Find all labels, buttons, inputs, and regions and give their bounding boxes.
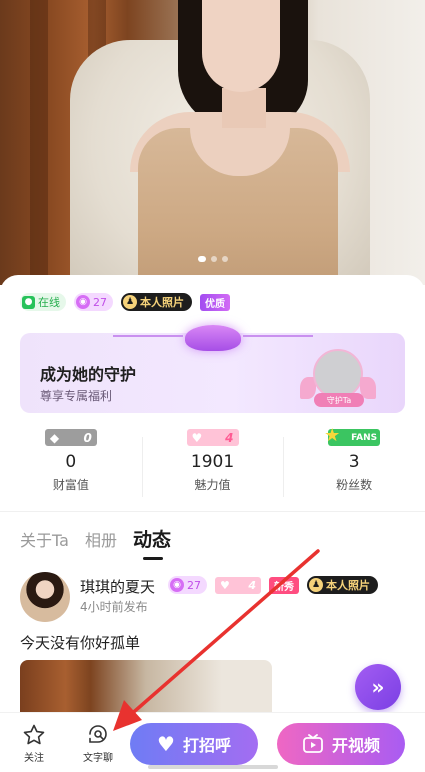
- stat-charm[interactable]: ♥ 4 1901 魅力值: [141, 429, 284, 515]
- tab-moments[interactable]: 动态: [133, 525, 171, 560]
- stat-wealth[interactable]: ◆ 0 0 财富值: [0, 429, 142, 515]
- charm-value: 1901: [190, 452, 235, 472]
- diamond-icon: ◆: [49, 430, 60, 445]
- guardian-subtitle: 尊享专属福利: [40, 389, 113, 403]
- guardian-crest-icon: [113, 325, 313, 351]
- chat-search-icon: [89, 725, 107, 743]
- charm-level-pill: ♥ 4: [186, 429, 239, 446]
- post-time: 4小时前发布: [80, 600, 148, 614]
- wealth-label: 财富值: [52, 478, 89, 492]
- heart-icon: ♥: [191, 430, 203, 445]
- charm-label: 魅力值: [194, 478, 231, 492]
- profile-card: ● 在线 ◉ 27 ♟ 本人照片 优质 成为她的守护 尊享专属福利 守护Ta ◆: [0, 275, 425, 772]
- tab-album[interactable]: 相册: [85, 527, 117, 551]
- heart-icon: ♥: [220, 578, 230, 592]
- quality-badge: 优质: [200, 293, 230, 311]
- text-chat-label: 文字聊: [83, 753, 113, 764]
- star-outline-icon: [23, 724, 45, 745]
- tv-play-icon: [303, 734, 323, 753]
- avatar-placeholder: [313, 349, 363, 399]
- stats-row: ◆ 0 0 财富值 ♥ 4 1901 魅力值 ★ FANS 3 粉丝数: [0, 425, 425, 515]
- status-badges: ● 在线 ◉ 27 ♟ 本人照片 优质: [20, 293, 230, 311]
- post-text: 今天没有你好孤单: [20, 634, 141, 652]
- tab-about[interactable]: 关于Ta: [20, 527, 69, 551]
- heart-icon: ♥: [157, 732, 175, 756]
- photo-curtain: [30, 0, 48, 285]
- profile-tabs: 关于Ta 相册 动态: [20, 525, 171, 560]
- wealth-value: 0: [65, 452, 77, 472]
- photo-face: [202, 0, 280, 92]
- section-divider: [0, 511, 425, 512]
- real-photo-badge: ♟ 本人照片: [121, 293, 192, 311]
- newcomer-badge: 新秀: [269, 576, 299, 594]
- text-chat-button[interactable]: 文字聊: [74, 723, 122, 764]
- guardian-title: 成为她的守护: [40, 365, 137, 384]
- guardian-avatar[interactable]: 守护Ta: [300, 349, 376, 411]
- fans-pill: ★ FANS: [324, 425, 381, 446]
- photo-neck: [222, 88, 266, 128]
- wealth-level-pill: ◆ 0: [44, 429, 97, 446]
- greet-button[interactable]: ♥ 打招呼: [130, 723, 258, 765]
- post-avatar[interactable]: [20, 572, 70, 622]
- profile-photo[interactable]: [0, 0, 425, 285]
- chat-bubble-icon: ◉: [170, 578, 184, 592]
- bottom-action-bar: 关注 文字聊 ♥ 打招呼 开视频: [0, 712, 425, 772]
- fans-label: 粉丝数: [336, 478, 373, 492]
- follow-button[interactable]: 关注: [10, 723, 58, 764]
- post-author-name: 琪琪的夏天: [80, 578, 156, 596]
- level-badge: ◉ 27: [74, 293, 113, 311]
- guardian-ribbon: 守护Ta: [314, 393, 364, 407]
- online-icon: ●: [22, 295, 35, 309]
- guardian-banner[interactable]: 成为她的守护 尊享专属福利 守护Ta: [20, 325, 405, 413]
- fans-value: 3: [348, 452, 360, 472]
- online-badge: ● 在线: [20, 293, 66, 311]
- post-author-badges: ◉ 27 ♥ 4 新秀 ♟ 本人照片: [168, 576, 378, 594]
- follow-label: 关注: [24, 753, 44, 764]
- photo-carousel-indicator: [198, 256, 228, 262]
- post-level-badge: ◉ 27: [168, 576, 207, 594]
- star-icon: ★: [324, 425, 341, 446]
- home-indicator: [148, 765, 278, 769]
- video-call-button[interactable]: 开视频: [277, 723, 405, 765]
- chat-bubble-icon: ◉: [76, 295, 90, 309]
- person-icon: ♟: [309, 578, 323, 592]
- stat-fans[interactable]: ★ FANS 3 粉丝数: [283, 425, 425, 515]
- post-real-photo-badge: ♟ 本人照片: [307, 576, 378, 594]
- person-icon: ♟: [123, 295, 137, 309]
- post-charm-pill: ♥ 4: [215, 576, 261, 594]
- next-profile-button[interactable]: »: [355, 664, 401, 710]
